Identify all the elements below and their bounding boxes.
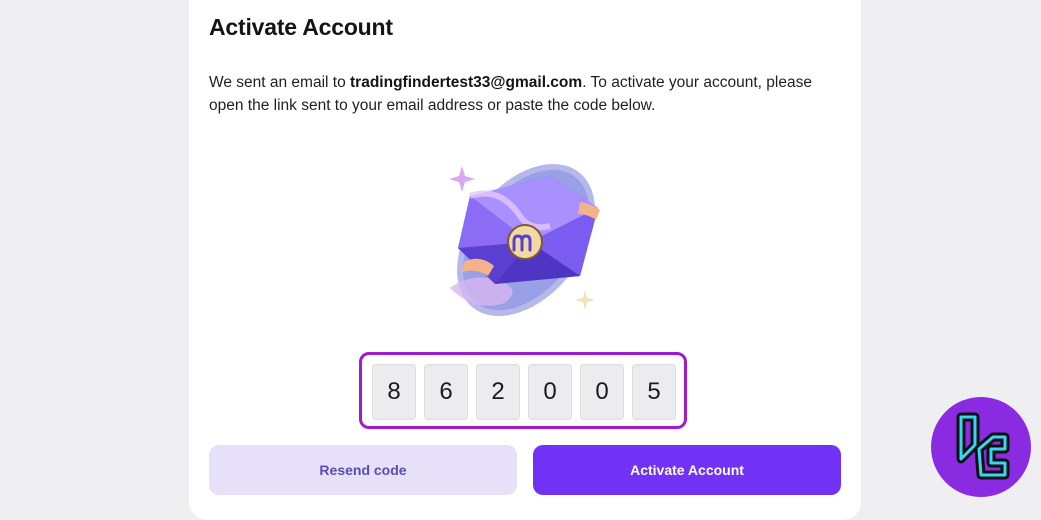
code-digit-3[interactable]: 2 — [476, 364, 520, 420]
code-digit-4[interactable]: 0 — [528, 364, 572, 420]
code-digit-2[interactable]: 6 — [424, 364, 468, 420]
code-digit-6[interactable]: 5 — [632, 364, 676, 420]
resend-code-button[interactable]: Resend code — [209, 445, 517, 495]
page-title: Activate Account — [209, 14, 393, 40]
activate-account-button[interactable]: Activate Account — [533, 445, 841, 495]
code-digit-5[interactable]: 0 — [580, 364, 624, 420]
instruction-prefix: We sent an email to — [209, 74, 351, 91]
email-address: tradingfindertest33@gmail.com — [350, 74, 583, 91]
code-digit-1[interactable]: 8 — [372, 364, 416, 420]
tradingfinder-logo-icon — [931, 397, 1031, 497]
verification-code-inputs: 8 6 2 0 0 5 — [372, 364, 676, 420]
envelope-illustration — [449, 163, 600, 317]
instruction-text: We sent an email to tradingfindertest33@… — [209, 71, 829, 117]
